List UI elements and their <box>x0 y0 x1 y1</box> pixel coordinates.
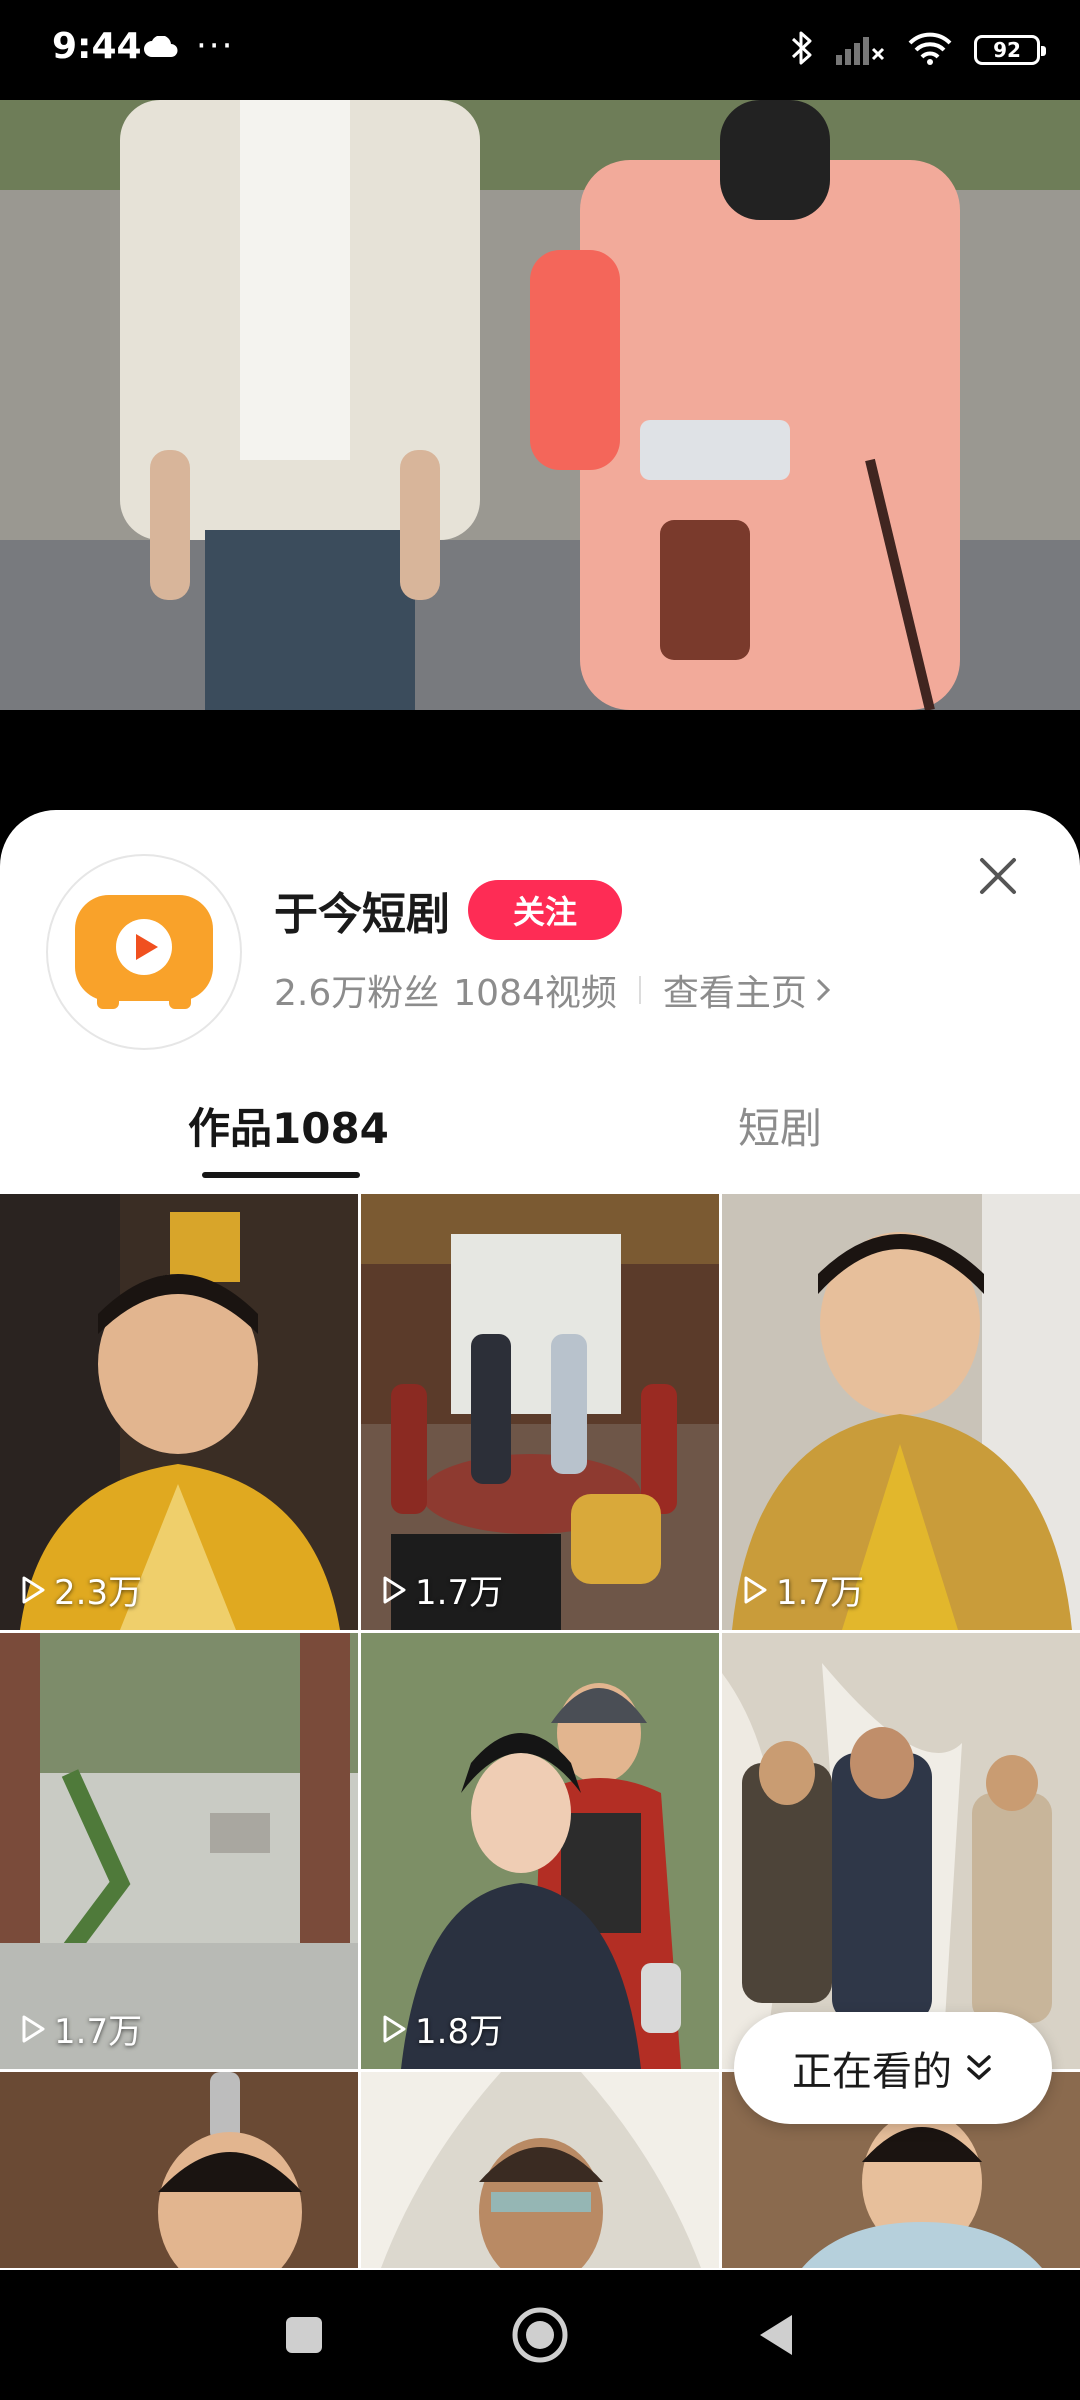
battery-level: 92 <box>993 38 1021 62</box>
video-thumbnail <box>722 1633 1080 2069</box>
view-count-text: 1.7万 <box>415 1573 504 1613</box>
double-chevron-down-icon <box>967 2055 991 2080</box>
square-icon <box>286 2317 322 2353</box>
view-count-text: 1.7万 <box>776 1573 865 1613</box>
home-button[interactable] <box>510 2305 570 2365</box>
view-homepage-link[interactable]: 查看主页 <box>663 964 831 1016</box>
play-icon <box>22 1576 45 1603</box>
play-icon <box>744 1576 767 1603</box>
status-bar: 9:44 ··· 92 <box>0 0 1080 100</box>
active-tab-indicator <box>202 1172 360 1178</box>
cloud-icon <box>143 35 179 62</box>
now-watching-label: 正在看的 <box>792 2050 952 2094</box>
view-count: 1.7万 <box>20 2004 142 2053</box>
wifi-icon <box>908 31 952 69</box>
logo-tv-icon <box>75 895 213 1009</box>
tab-bar: 作品1084 短剧 <box>0 1070 1080 1180</box>
videos-count: 1084视频 <box>453 973 617 1014</box>
signal-icon <box>836 31 886 69</box>
play-icon <box>383 2015 406 2042</box>
tab-drama[interactable]: 短剧 <box>738 1070 822 1180</box>
view-count: 1.8万 <box>381 2004 503 2053</box>
tab-works[interactable]: 作品1084 <box>188 1070 389 1180</box>
view-count-text: 1.8万 <box>415 2012 504 2052</box>
back-triangle-icon <box>760 2315 792 2355</box>
stats-row: 2.6万粉丝 1084视频 查看主页 <box>274 960 831 1020</box>
view-homepage-label: 查看主页 <box>662 973 807 1014</box>
status-time: 9:44 <box>52 26 142 67</box>
video-frame <box>0 100 1080 710</box>
creator-name[interactable]: 于今短剧 <box>274 878 450 942</box>
view-count: 1.7万 <box>742 1565 864 1614</box>
video-tile[interactable]: 1.7万 <box>0 1633 358 2069</box>
video-player[interactable] <box>0 100 1080 710</box>
play-icon <box>22 2015 45 2042</box>
battery-icon: 92 <box>974 35 1046 65</box>
screen: 9:44 ··· 92 于今短剧 关注 2.6万粉丝 1084视频 查看主页 作… <box>0 0 1080 2400</box>
navigation-bar <box>0 2270 1080 2400</box>
video-thumbnail <box>0 2072 358 2268</box>
view-count-text: 2.3万 <box>54 1573 143 1613</box>
status-icons: 92 <box>790 28 1046 72</box>
stats-divider <box>638 976 641 1004</box>
view-count: 1.7万 <box>381 1565 503 1614</box>
follow-button[interactable]: 关注 <box>468 880 622 940</box>
recents-button[interactable] <box>274 2305 334 2365</box>
view-count: 2.3万 <box>20 1565 142 1614</box>
bluetooth-icon <box>790 29 814 71</box>
close-button[interactable] <box>968 846 1028 906</box>
avatar[interactable] <box>46 854 242 1050</box>
chevron-right-icon <box>816 978 831 1002</box>
more-dots-icon: ··· <box>196 26 235 66</box>
back-button[interactable] <box>746 2305 806 2365</box>
video-tile[interactable]: 2.3万 <box>0 1194 358 1630</box>
video-thumbnail <box>361 2072 719 2268</box>
play-icon <box>383 1576 406 1603</box>
now-watching-button[interactable]: 正在看的 <box>734 2012 1052 2124</box>
video-tile[interactable] <box>0 2072 358 2268</box>
video-tile[interactable]: 1.7万 <box>722 1194 1080 1630</box>
close-icon <box>980 858 1016 894</box>
video-tile[interactable]: 1.8万 <box>361 1633 719 2069</box>
name-row: 于今短剧 关注 <box>274 880 622 940</box>
video-tile[interactable] <box>722 1633 1080 2069</box>
video-letterbox <box>0 710 1080 810</box>
video-tile[interactable]: 1.7万 <box>361 1194 719 1630</box>
home-circle-icon <box>512 2307 568 2363</box>
video-tile[interactable] <box>361 2072 719 2268</box>
view-count-text: 1.7万 <box>54 2012 143 2052</box>
fans-count: 2.6万粉丝 <box>274 973 440 1014</box>
